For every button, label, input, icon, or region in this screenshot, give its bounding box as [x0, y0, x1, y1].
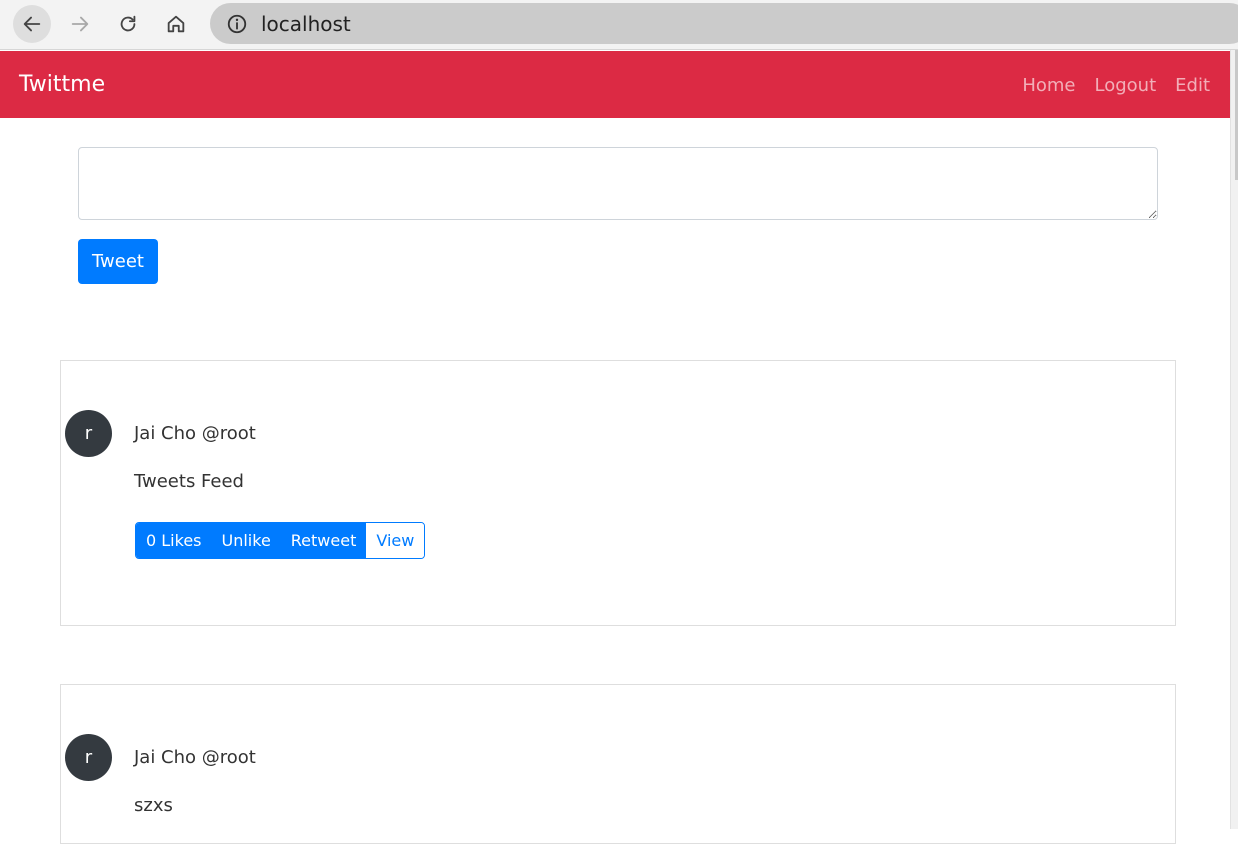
url-text: localhost: [261, 12, 351, 36]
browser-toolbar: localhost: [0, 0, 1238, 50]
tweet-author: Jai Cho @root: [134, 747, 256, 768]
tweet-text: Tweets Feed: [134, 471, 244, 492]
home-icon: [167, 15, 185, 33]
home-button[interactable]: [157, 5, 195, 43]
arrow-right-icon: [71, 16, 89, 32]
brand-logo[interactable]: Twittme: [19, 72, 105, 97]
likes-button[interactable]: 0 Likes: [136, 523, 212, 558]
retweet-button[interactable]: Retweet: [280, 523, 367, 558]
back-button[interactable]: [13, 5, 51, 43]
unlike-button[interactable]: Unlike: [211, 523, 281, 558]
nav-links: Home Logout Edit: [1022, 75, 1210, 96]
info-icon: [227, 14, 247, 34]
reload-icon: [120, 15, 136, 32]
avatar[interactable]: r: [65, 734, 112, 781]
tweet-text: szxs: [134, 795, 173, 816]
tweet-author: Jai Cho @root: [134, 423, 256, 444]
reload-button[interactable]: [109, 5, 147, 43]
forward-button[interactable]: [61, 5, 99, 43]
nav-link-home[interactable]: Home: [1022, 75, 1075, 96]
avatar[interactable]: r: [65, 410, 112, 457]
tweet-card: r Jai Cho @root Tweets Feed 0 Likes Unli…: [60, 360, 1176, 626]
tweet-input[interactable]: [78, 147, 1158, 220]
nav-link-logout[interactable]: Logout: [1095, 75, 1157, 96]
address-bar[interactable]: localhost: [210, 3, 1238, 44]
app-navbar: Twittme Home Logout Edit: [0, 51, 1230, 118]
tweet-actions: 0 Likes Unlike Retweet View: [135, 522, 426, 559]
tweet-card: r Jai Cho @root szxs: [60, 684, 1176, 844]
arrow-left-icon: [23, 16, 41, 32]
view-button[interactable]: View: [366, 523, 425, 558]
nav-link-edit[interactable]: Edit: [1175, 75, 1210, 96]
tweet-button[interactable]: Tweet: [78, 239, 158, 284]
